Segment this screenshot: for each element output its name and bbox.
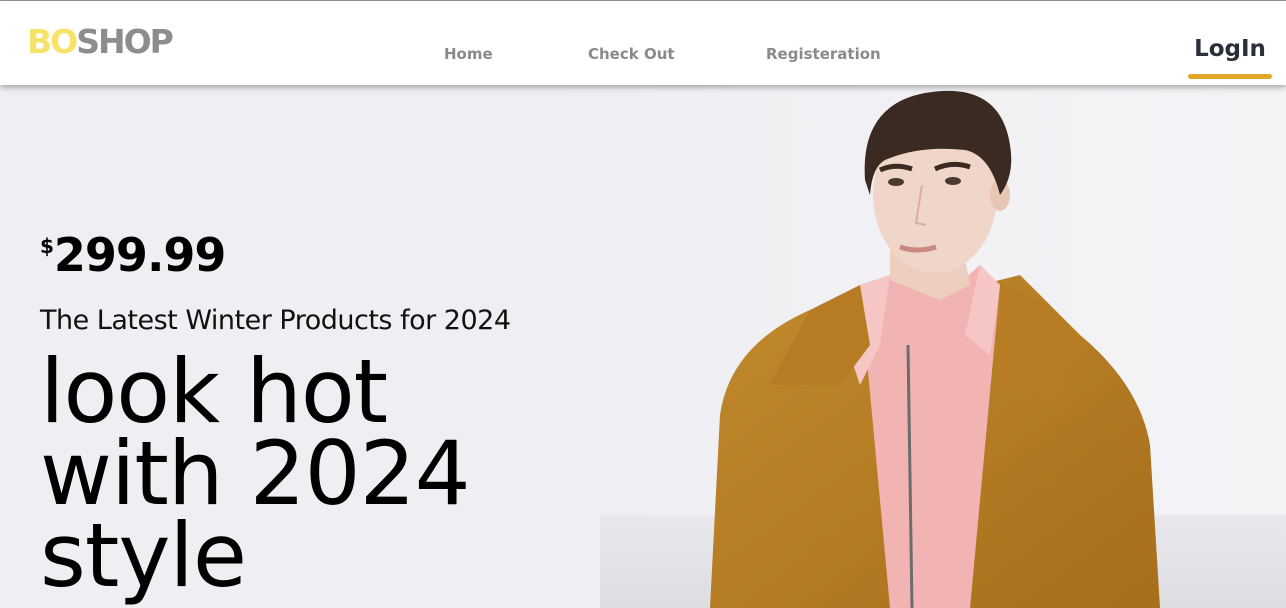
nav-home-link[interactable]: Home [444,45,493,63]
nav-checkout-link[interactable]: Check Out [588,45,675,63]
nav-registration-link[interactable]: Registeration [766,45,881,63]
logo-part-bo: BO [27,22,78,61]
login-button[interactable]: LogIn [1188,36,1272,62]
hero-banner: $299.99 The Latest Winter Products for 2… [0,85,1286,608]
price-amount: 299.99 [53,228,227,282]
price-currency: $ [40,234,54,258]
login-active-underline [1188,74,1272,79]
brand-logo[interactable]: BOSHOP [27,22,174,61]
hero-subtitle: The Latest Winter Products for 2024 [40,305,511,336]
hero-model-image [560,85,1286,608]
product-price: $299.99 [40,232,226,278]
logo-part-shop: SHOP [76,22,174,61]
navbar: BOSHOP Home Check Out Registeration LogI… [0,1,1286,85]
hero-headline: look hot with 2024 style [40,348,600,600]
headline-line-3: style [40,504,247,607]
